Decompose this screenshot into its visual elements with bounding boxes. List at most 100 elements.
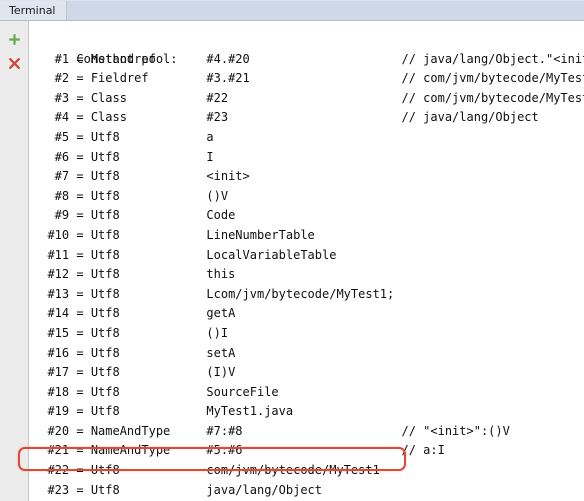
entry-value: this	[206, 267, 236, 282]
entry-value: a	[206, 129, 214, 144]
entry-tag: Utf8	[90, 482, 207, 497]
constant-pool-entry: #17 = Utf8 (I)V	[30, 363, 584, 383]
entry-tag: Fieldref	[90, 71, 207, 86]
entry-tag: Class	[90, 110, 207, 125]
entry-comment: // java/lang/Object."<init>":()V	[401, 51, 584, 66]
tab-terminal-label: Terminal	[9, 3, 56, 17]
entry-equals: =	[69, 247, 91, 262]
entry-tag: Utf8	[90, 463, 207, 478]
entry-tag: Utf8	[90, 227, 207, 242]
entry-value: #7:#8	[206, 423, 402, 438]
constant-pool-entry: #19 = Utf8 MyTest1.java	[30, 402, 584, 422]
entry-tag: Utf8	[90, 267, 207, 282]
entry-value: java/lang/Object	[206, 482, 322, 497]
entry-index: #2	[33, 71, 70, 86]
entry-comment: // a:I	[401, 443, 445, 458]
entry-tag: Utf8	[90, 208, 207, 223]
entry-index: #19	[33, 404, 70, 419]
entry-value: setA	[206, 345, 236, 360]
entry-value: LineNumberTable	[206, 227, 315, 242]
constant-pool-entry: #13 = Utf8 Lcom/jvm/bytecode/MyTest1;	[30, 285, 584, 305]
entry-value: ()I	[206, 325, 229, 340]
terminal-action-gutter	[0, 21, 29, 501]
entry-index: #10	[33, 227, 70, 242]
constant-pool-entry: #7 = Utf8 <init>	[30, 167, 584, 187]
entry-equals: =	[69, 227, 91, 242]
entry-index: #5	[33, 129, 70, 144]
entry-equals: =	[69, 325, 91, 340]
close-session-button[interactable]	[3, 52, 25, 74]
entry-value: <init>	[206, 169, 250, 184]
constant-pool-entry: #20 = NameAndType #7:#8 // "<init>":()V	[30, 422, 584, 442]
entry-tag: Utf8	[90, 149, 207, 164]
entry-index: #7	[33, 169, 70, 184]
entry-tag: Utf8	[90, 404, 207, 419]
entry-value: MyTest1.java	[206, 404, 294, 419]
entry-equals: =	[69, 365, 91, 380]
entry-equals: =	[69, 129, 91, 144]
entry-index: #13	[33, 286, 70, 301]
entry-tag: Utf8	[90, 286, 207, 301]
entry-index: #17	[33, 365, 70, 380]
constant-pool-entry: #16 = Utf8 setA	[30, 344, 584, 364]
entry-index: #21	[33, 443, 70, 458]
constant-pool-entries: #1 = Methodref #4.#20 // java/lang/Objec…	[30, 50, 584, 501]
constant-pool-entry: #11 = Utf8 LocalVariableTable	[30, 246, 584, 266]
entry-equals: =	[69, 286, 91, 301]
constant-pool-entry-highlighted: #22 = Utf8 com/jvm/bytecode/MyTest1	[30, 461, 584, 481]
entry-tag: Utf8	[90, 306, 207, 321]
constant-pool-entry: #1 = Methodref #4.#20 // java/lang/Objec…	[30, 50, 584, 70]
entry-equals: =	[69, 443, 91, 458]
entry-tag: Utf8	[90, 169, 207, 184]
entry-tag: Class	[90, 90, 207, 105]
entry-index: #8	[33, 188, 70, 203]
entry-value: #4.#20	[206, 51, 402, 66]
entry-tag: NameAndType	[90, 443, 207, 458]
entry-equals: =	[69, 149, 91, 164]
entry-equals: =	[69, 188, 91, 203]
entry-equals: =	[69, 267, 91, 282]
entry-value: Lcom/jvm/bytecode/MyTest1;	[206, 286, 395, 301]
constant-pool-entry: #9 = Utf8 Code	[30, 206, 584, 226]
constant-pool-entry: #5 = Utf8 a	[30, 128, 584, 148]
entry-equals: =	[69, 208, 91, 223]
new-session-button[interactable]	[3, 28, 25, 50]
constant-pool-entry: #3 = Class #22 // com/jvm/bytecode/MyTes…	[30, 89, 584, 109]
constant-pool-entry: #21 = NameAndType #5:#6 // a:I	[30, 441, 584, 461]
entry-index: #12	[33, 267, 70, 282]
entry-tag: NameAndType	[90, 423, 207, 438]
entry-equals: =	[69, 404, 91, 419]
entry-index: #16	[33, 345, 70, 360]
entry-value: #5:#6	[206, 443, 402, 458]
close-icon	[8, 57, 20, 69]
constant-pool-entry: #15 = Utf8 ()I	[30, 324, 584, 344]
entry-equals: =	[69, 423, 91, 438]
entry-index: #22	[33, 463, 70, 478]
entry-equals: =	[69, 384, 91, 399]
entry-index: #11	[33, 247, 70, 262]
entry-value: SourceFile	[206, 384, 279, 399]
constant-pool-entry: #2 = Fieldref #3.#21 // com/jvm/bytecode…	[30, 69, 584, 89]
terminal-output[interactable]: Constant pool: #1 = Methodref #4.#20 // …	[30, 21, 584, 501]
entry-index: #15	[33, 325, 70, 340]
entry-index: #1	[33, 51, 70, 66]
entry-equals: =	[69, 110, 91, 125]
entry-comment: // java/lang/Object	[401, 110, 539, 125]
entry-comment: // com/jvm/bytecode/MyTest1.a:I	[401, 71, 584, 86]
entry-tag: Utf8	[90, 384, 207, 399]
entry-comment: // com/jvm/bytecode/MyTest1	[401, 90, 584, 105]
plus-icon	[8, 33, 20, 45]
entry-tag: Utf8	[90, 129, 207, 144]
entry-index: #18	[33, 384, 70, 399]
constant-pool-entry: #8 = Utf8 ()V	[30, 187, 584, 207]
constant-pool-header: Constant pool:	[30, 30, 584, 66]
entry-value: com/jvm/bytecode/MyTest1	[206, 463, 380, 478]
entry-tag: Methodref	[90, 51, 207, 66]
constant-pool-entry: #12 = Utf8 this	[30, 265, 584, 285]
tab-terminal[interactable]: Terminal	[0, 0, 67, 20]
entry-tag: Utf8	[90, 325, 207, 340]
entry-comment: // "<init>":()V	[401, 423, 510, 438]
entry-index: #20	[33, 423, 70, 438]
entry-equals: =	[69, 71, 91, 86]
constant-pool-entry: #10 = Utf8 LineNumberTable	[30, 226, 584, 246]
